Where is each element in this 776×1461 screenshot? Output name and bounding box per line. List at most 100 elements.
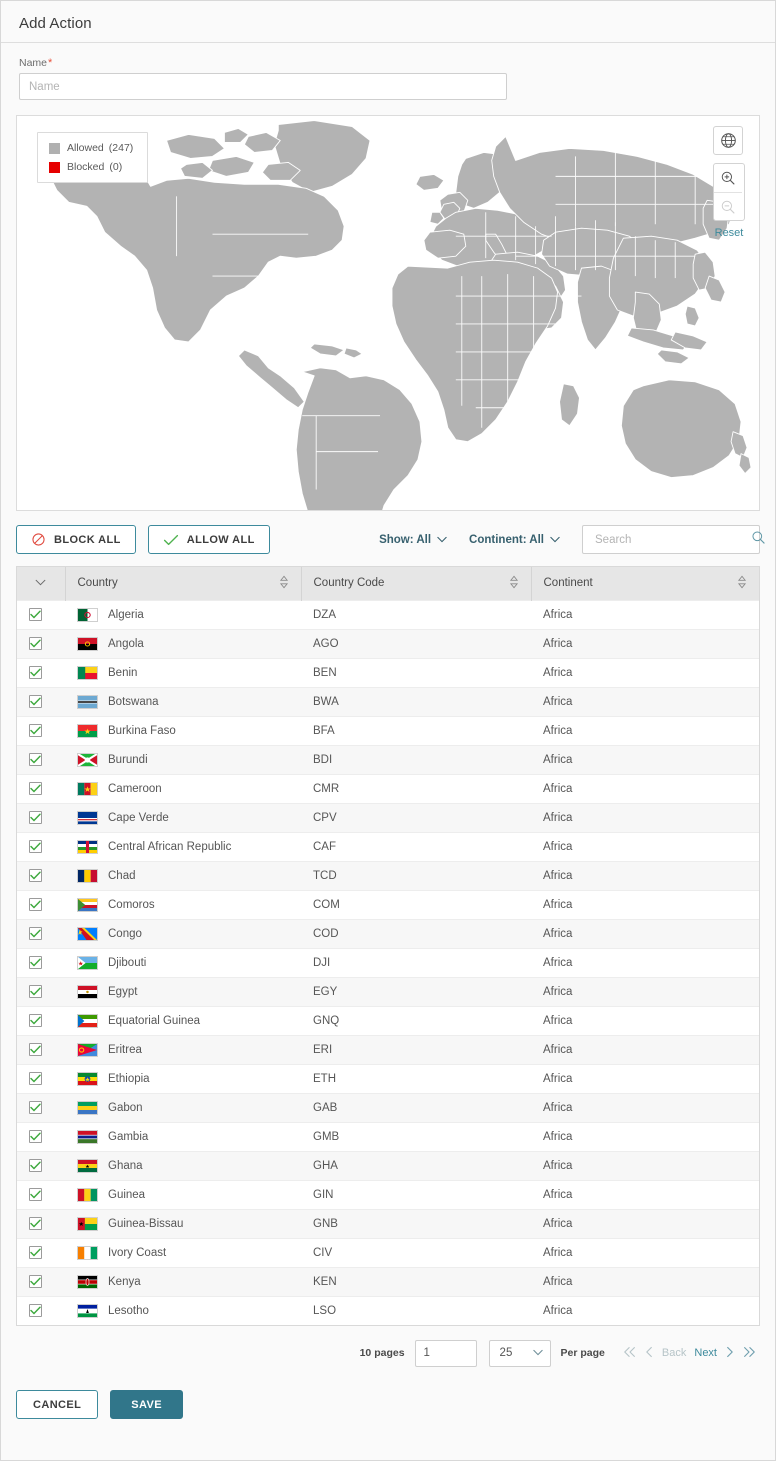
row-checkbox-cell[interactable] <box>17 687 65 716</box>
row-checkbox[interactable] <box>29 608 42 621</box>
table-row[interactable]: Equatorial Guinea GNQ Africa <box>17 1006 759 1035</box>
table-row[interactable]: Chad TCD Africa <box>17 861 759 890</box>
table-row[interactable]: Comoros COM Africa <box>17 890 759 919</box>
row-checkbox-cell[interactable] <box>17 1267 65 1296</box>
table-row[interactable]: Ghana GHA Africa <box>17 1151 759 1180</box>
row-checkbox-cell[interactable] <box>17 832 65 861</box>
table-row[interactable]: Guinea GIN Africa <box>17 1180 759 1209</box>
column-continent[interactable]: Continent <box>531 567 759 600</box>
next-page-button[interactable] <box>725 1346 734 1361</box>
row-checkbox-cell[interactable] <box>17 977 65 1006</box>
table-row[interactable]: Gambia GMB Africa <box>17 1122 759 1151</box>
table-row[interactable]: Algeria DZA Africa <box>17 600 759 629</box>
table-row[interactable]: Ethiopia ETH Africa <box>17 1064 759 1093</box>
sort-icon[interactable] <box>279 575 289 592</box>
save-button[interactable]: SAVE <box>110 1390 183 1419</box>
name-input[interactable] <box>19 73 507 100</box>
row-checkbox[interactable] <box>29 1304 42 1317</box>
row-checkbox[interactable] <box>29 1159 42 1172</box>
row-checkbox-cell[interactable] <box>17 1180 65 1209</box>
row-checkbox-cell[interactable] <box>17 745 65 774</box>
table-row[interactable]: Cape Verde CPV Africa <box>17 803 759 832</box>
row-checkbox-cell[interactable] <box>17 948 65 977</box>
row-checkbox-cell[interactable] <box>17 1151 65 1180</box>
row-checkbox-cell[interactable] <box>17 629 65 658</box>
table-row[interactable]: Eritrea ERI Africa <box>17 1035 759 1064</box>
row-checkbox-cell[interactable] <box>17 1238 65 1267</box>
row-checkbox-cell[interactable] <box>17 1093 65 1122</box>
row-checkbox-cell[interactable] <box>17 919 65 948</box>
table-row[interactable]: Benin BEN Africa <box>17 658 759 687</box>
table-row[interactable]: Kenya KEN Africa <box>17 1267 759 1296</box>
zoom-out-button[interactable] <box>714 192 742 220</box>
table-row[interactable]: Burundi BDI Africa <box>17 745 759 774</box>
next-button[interactable]: Next <box>694 1347 717 1359</box>
chevron-down-icon[interactable] <box>35 577 46 589</box>
row-checkbox-cell[interactable] <box>17 1122 65 1151</box>
table-row[interactable]: Cameroon CMR Africa <box>17 774 759 803</box>
row-checkbox[interactable] <box>29 1043 42 1056</box>
row-checkbox[interactable] <box>29 666 42 679</box>
row-checkbox-cell[interactable] <box>17 774 65 803</box>
row-checkbox-cell[interactable] <box>17 890 65 919</box>
column-select-all[interactable] <box>17 567 65 600</box>
globe-button[interactable] <box>713 126 743 155</box>
column-country-code[interactable]: Country Code <box>301 567 531 600</box>
row-checkbox[interactable] <box>29 1101 42 1114</box>
previous-page-button[interactable] <box>645 1346 654 1361</box>
row-checkbox[interactable] <box>29 1246 42 1259</box>
table-row[interactable]: Angola AGO Africa <box>17 629 759 658</box>
row-checkbox-cell[interactable] <box>17 1006 65 1035</box>
per-page-select[interactable]: 25 <box>489 1340 551 1367</box>
show-filter-dropdown[interactable]: Show: All <box>379 534 447 546</box>
row-checkbox-cell[interactable] <box>17 1296 65 1325</box>
cancel-button[interactable]: CANCEL <box>16 1390 98 1419</box>
table-row[interactable]: Gabon GAB Africa <box>17 1093 759 1122</box>
page-number-input[interactable] <box>415 1340 477 1367</box>
search-input[interactable] <box>593 533 751 547</box>
row-checkbox-cell[interactable] <box>17 1209 65 1238</box>
back-button[interactable]: Back <box>662 1347 686 1359</box>
row-checkbox[interactable] <box>29 956 42 969</box>
sort-icon[interactable] <box>737 575 747 592</box>
table-row[interactable]: Egypt EGY Africa <box>17 977 759 1006</box>
zoom-in-button[interactable] <box>714 164 742 192</box>
row-checkbox[interactable] <box>29 1275 42 1288</box>
row-checkbox[interactable] <box>29 1188 42 1201</box>
row-checkbox-cell[interactable] <box>17 1064 65 1093</box>
column-country[interactable]: Country <box>65 567 301 600</box>
row-checkbox[interactable] <box>29 811 42 824</box>
row-checkbox[interactable] <box>29 840 42 853</box>
row-checkbox[interactable] <box>29 1014 42 1027</box>
row-checkbox[interactable] <box>29 1217 42 1230</box>
row-checkbox[interactable] <box>29 724 42 737</box>
row-checkbox[interactable] <box>29 898 42 911</box>
row-checkbox[interactable] <box>29 869 42 882</box>
row-checkbox-cell[interactable] <box>17 803 65 832</box>
block-all-button[interactable]: BLOCK ALL <box>16 525 136 554</box>
row-checkbox[interactable] <box>29 1130 42 1143</box>
row-checkbox[interactable] <box>29 695 42 708</box>
table-row[interactable]: Burkina Faso BFA Africa <box>17 716 759 745</box>
table-row[interactable]: Guinea-Bissau GNB Africa <box>17 1209 759 1238</box>
table-row[interactable]: Ivory Coast CIV Africa <box>17 1238 759 1267</box>
row-checkbox[interactable] <box>29 1072 42 1085</box>
table-row[interactable]: Congo COD Africa <box>17 919 759 948</box>
row-checkbox[interactable] <box>29 985 42 998</box>
search-box[interactable] <box>582 525 760 554</box>
table-row[interactable]: Botswana BWA Africa <box>17 687 759 716</box>
map-reset-link[interactable]: Reset <box>713 227 745 239</box>
row-checkbox-cell[interactable] <box>17 861 65 890</box>
row-checkbox-cell[interactable] <box>17 600 65 629</box>
row-checkbox-cell[interactable] <box>17 658 65 687</box>
sort-icon[interactable] <box>509 575 519 592</box>
table-row[interactable]: Central African Republic CAF Africa <box>17 832 759 861</box>
table-row[interactable]: Djibouti DJI Africa <box>17 948 759 977</box>
allow-all-button[interactable]: ALLOW ALL <box>148 525 270 554</box>
continent-filter-dropdown[interactable]: Continent: All <box>469 534 560 546</box>
row-checkbox-cell[interactable] <box>17 716 65 745</box>
search-icon[interactable] <box>751 530 766 550</box>
world-map-panel[interactable]: Allowed (247) Blocked (0) <box>16 115 760 511</box>
table-row[interactable]: Lesotho LSO Africa <box>17 1296 759 1325</box>
row-checkbox[interactable] <box>29 927 42 940</box>
